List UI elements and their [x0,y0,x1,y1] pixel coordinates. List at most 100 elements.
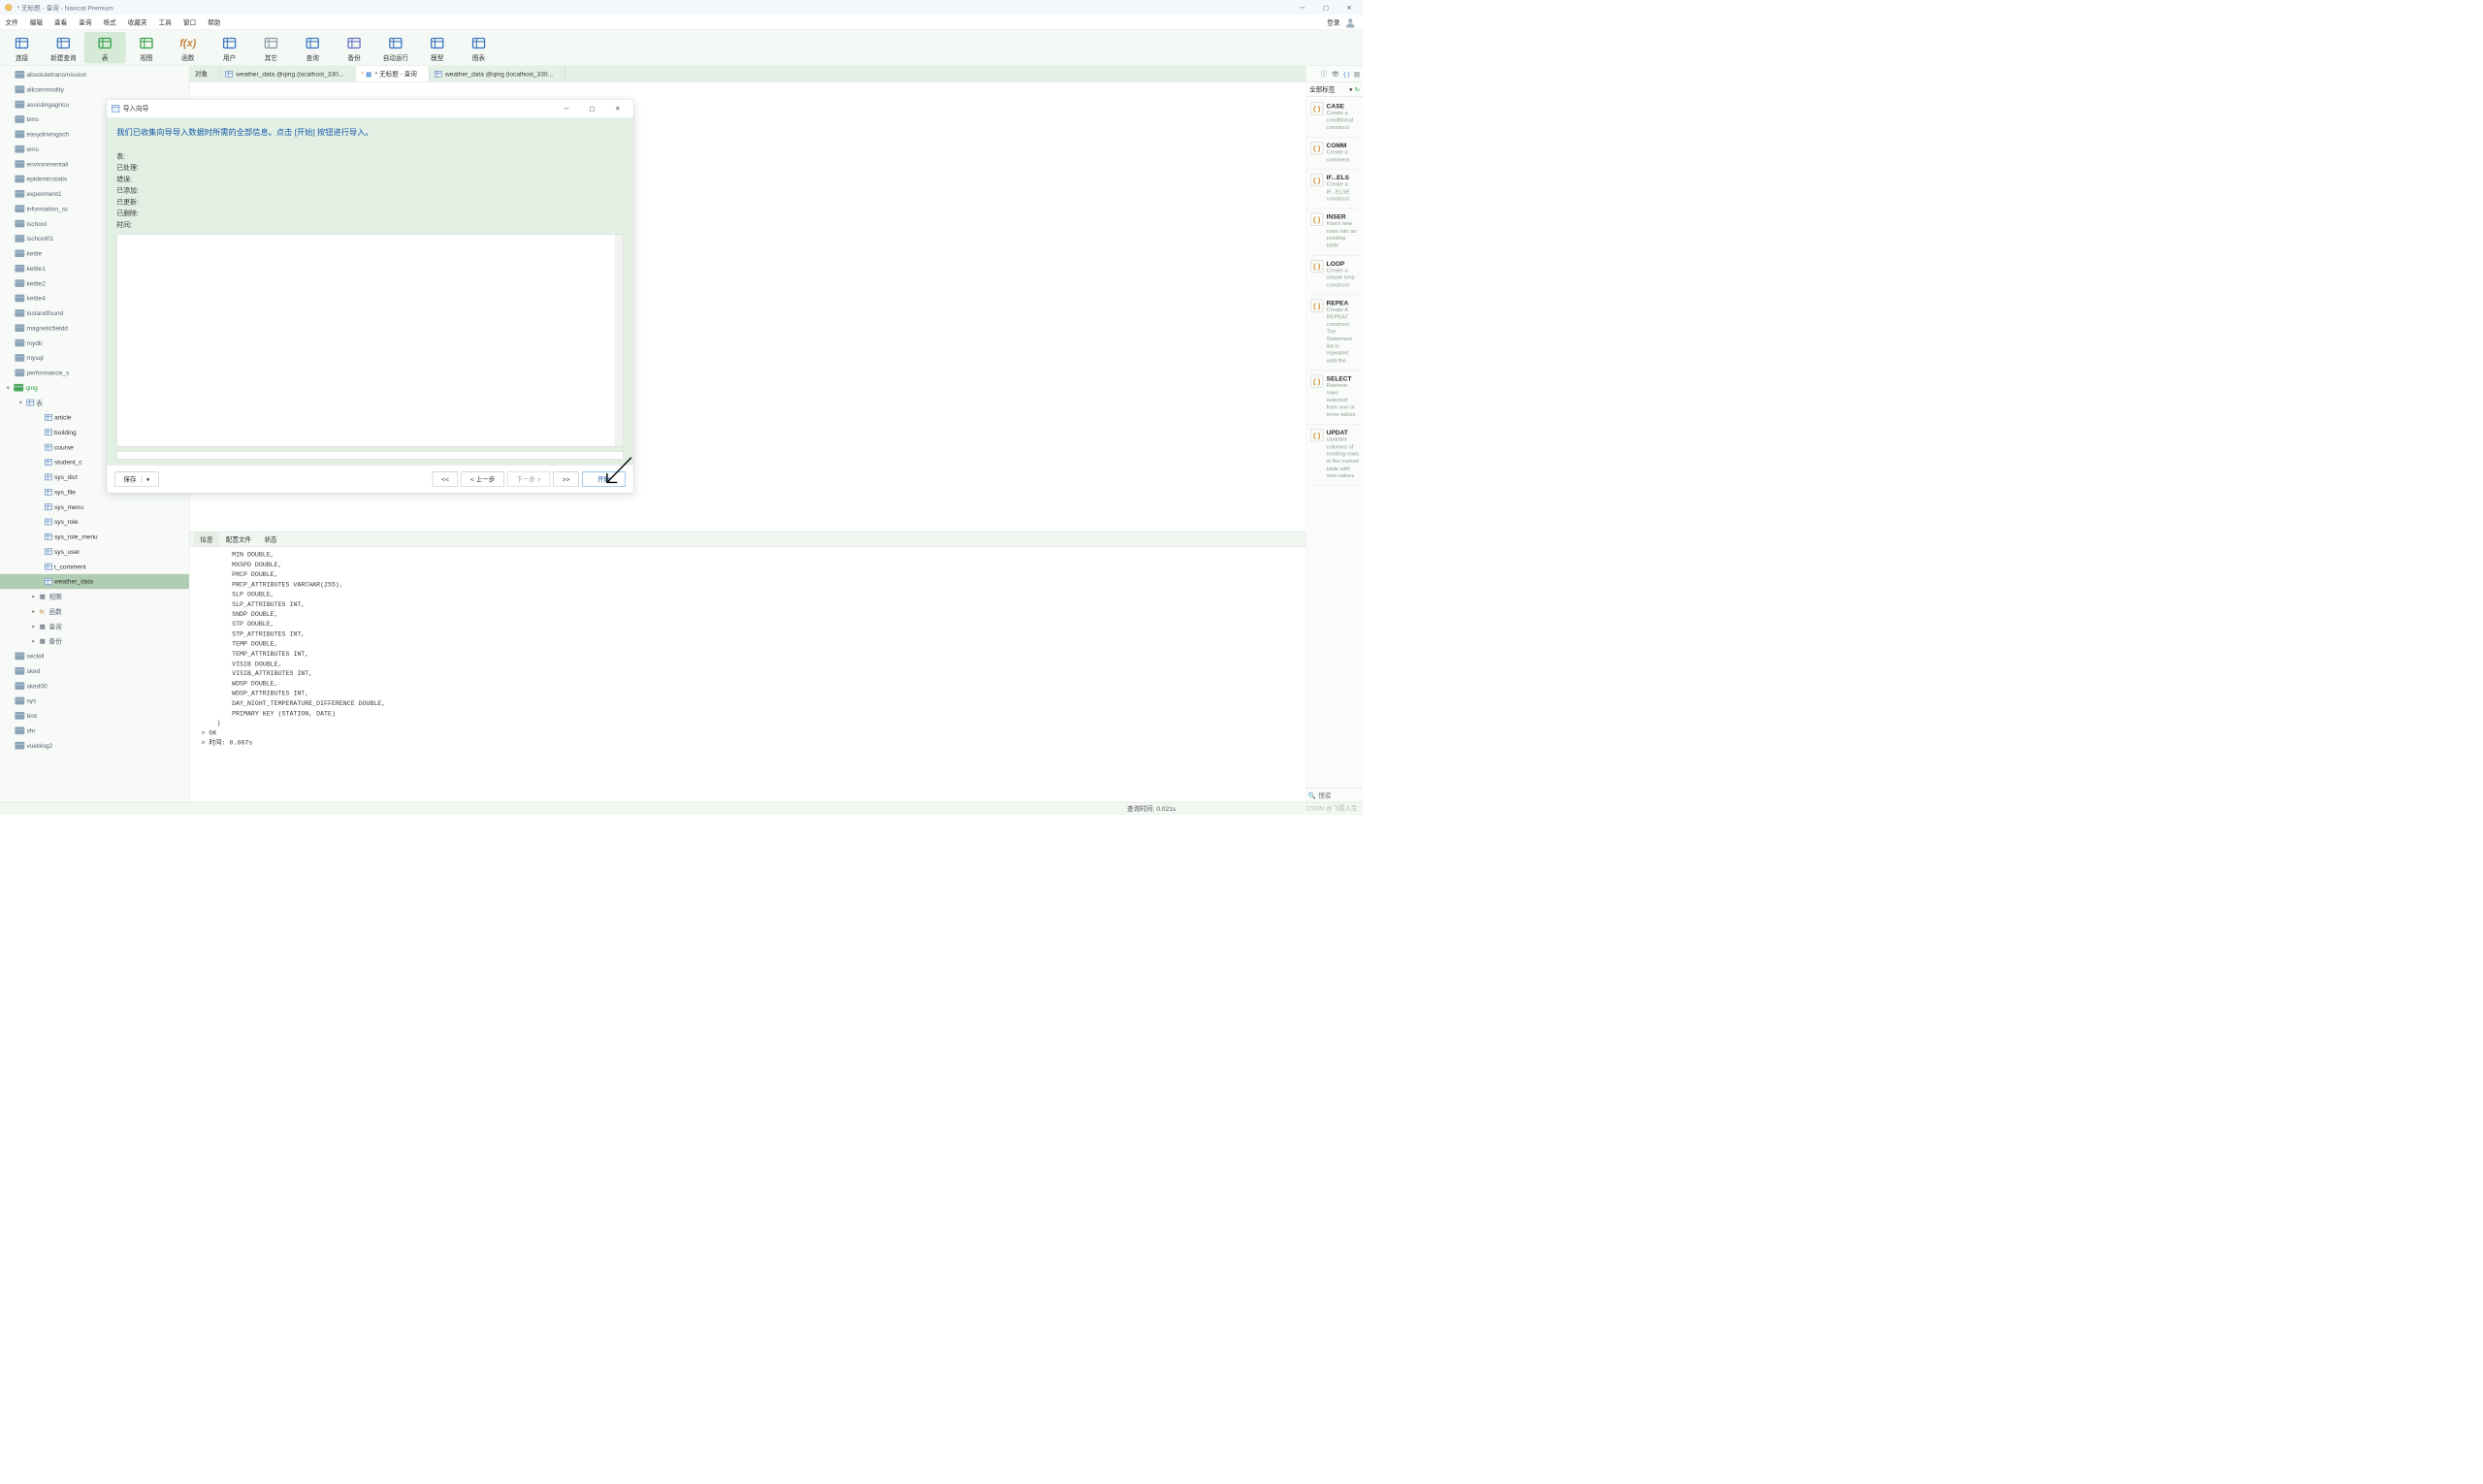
table-t_comment[interactable]: t_comment [0,559,189,573]
chevron-right-icon[interactable]: ▸ [30,624,38,629]
chevron-down-icon[interactable]: ▾ [4,385,12,391]
subnode-查询[interactable]: ▸▦查询 [0,619,189,633]
window-minimize-button[interactable]: ─ [1293,1,1312,14]
menu-help[interactable]: 帮助 [206,16,223,28]
eye-icon[interactable]: 👁 [1332,70,1339,78]
toolbar-模型[interactable]: 模型 [416,32,458,63]
tab-label: weather_data @qing (localhost_330... [445,70,553,78]
db-sys[interactable]: sys [0,694,189,708]
sub-tab-profile[interactable]: 配置文件 [219,532,258,546]
panel-toggle-icon[interactable]: ▥ [1354,70,1360,78]
toolbar-自动运行[interactable]: 自动运行 [374,32,416,63]
snippet-filter[interactable]: 全部标签 [1309,84,1347,93]
db-sked00[interactable]: sked00 [0,678,189,693]
snippet-LOOP[interactable]: ( )LOOPCreate a simple loop construct [1308,255,1361,295]
table-sys_role[interactable]: sys_role [0,514,189,529]
toolbar-新建查询[interactable]: 新建查询 [43,32,84,63]
db-vueblog2[interactable]: vueblog2 [0,738,189,753]
login-link[interactable]: 登录 [1325,16,1342,28]
db-sked[interactable]: sked [0,663,189,678]
dialog-log-area[interactable] [116,234,624,447]
sub-tab-status[interactable]: 状态 [258,532,283,546]
menu-query[interactable]: 查询 [77,16,94,28]
window-maximize-button[interactable]: ▢ [1316,1,1336,14]
info-icon[interactable]: ⓘ [1321,69,1328,78]
database-icon [15,176,24,183]
menu-view[interactable]: 查看 [52,16,70,28]
scrollbar[interactable] [615,234,624,446]
tab-weather_data @qing (localhost_330...[interactable]: weather_data @qing (localhost_330... [220,66,356,81]
db-absolutetransmission[interactable]: absolutetransmission [0,67,189,81]
snippet-UPDAT[interactable]: ( )UPDATUpdates columns of existing rows… [1308,425,1361,486]
db-vhr[interactable]: vhr [0,724,189,738]
chevron-right-icon[interactable]: ▸ [30,638,38,644]
toolbar-备份[interactable]: 备份 [334,32,375,63]
chevron-right-icon[interactable]: ▸ [30,608,38,614]
dialog-save-button[interactable]: 保存 ▾ [114,471,159,486]
dialog-close-button[interactable]: ✕ [606,100,629,115]
object-tab-bar: 对象weather_data @qing (localhost_330...*▦… [189,66,1306,81]
dialog-last-button[interactable]: >> [553,471,578,486]
tab-label: * 无标题 - 查询 [375,69,417,78]
toolbar-其它[interactable]: 其它 [250,32,292,63]
chevron-right-icon[interactable]: ▸ [30,594,38,599]
db-allcommodity[interactable]: allcommodity [0,82,189,97]
toolbar-视图[interactable]: 视图 [126,32,168,63]
db-seckill[interactable]: seckill [0,649,189,663]
dialog-prev-button[interactable]: < 上一步 [462,471,504,486]
chevron-down-icon[interactable]: ▾ [17,400,25,405]
menu-edit[interactable]: 编辑 [28,16,46,28]
subnode-函数[interactable]: ▸fx函数 [0,604,189,619]
query-time-value: 0.021s [1156,805,1176,813]
menu-file[interactable]: 文件 [3,16,20,28]
toolbar-表[interactable]: 表 [84,32,126,63]
snippet-search-input[interactable] [1318,791,1401,799]
snippet-SELECT[interactable]: ( )SELECTRetrieve rows selected from one… [1308,371,1361,425]
tab-* 无标题 - 查询[interactable]: *▦* 无标题 - 查询 [356,66,430,81]
dialog-save-label: 保存 [123,474,136,483]
refresh-icon[interactable]: ↻ [1355,85,1361,93]
chevron-down-icon[interactable]: ▾ [1349,85,1352,93]
dialog-maximize-button[interactable]: ▢ [581,100,603,115]
snippet-desc: Create A REPEAT construct. The Statement… [1327,306,1359,365]
toolbar-函数[interactable]: f(x)函数 [167,32,209,63]
toolbar-连接[interactable]: 连接 [1,32,43,63]
tab-weather_data @qing (localhost_330...[interactable]: weather_data @qing (localhost_330... [430,66,565,81]
snippet-COMM[interactable]: ( )COMMCreate a comment [1308,138,1361,170]
snippet-REPEA[interactable]: ( )REPEACreate A REPEAT construct. The S… [1308,295,1361,371]
subnode-视图[interactable]: ▸▦视图 [0,589,189,603]
snippet-CASE[interactable]: ( )CASECreate a conditional construct [1308,98,1361,138]
menu-tools[interactable]: 工具 [156,16,174,28]
user-avatar-icon[interactable] [1345,16,1356,27]
search-icon: 🔍 [1308,791,1316,799]
database-icon [15,309,24,317]
snippet-IF...ELS[interactable]: ( )IF...ELSCreate a IF...ELSE construct [1308,170,1361,210]
table-weather_data[interactable]: weather_data [0,574,189,589]
menu-window[interactable]: 窗口 [181,16,199,28]
dialog-minimize-button[interactable]: ─ [556,100,578,115]
braces-icon[interactable]: ( ) [1343,70,1349,78]
output-log[interactable]: MIN DOUBLE, MXSPD DOUBLE, PRCP DOUBLE, P… [189,546,1306,802]
dialog-first-button[interactable]: << [433,471,458,486]
subnode-备份[interactable]: ▸▦备份 [0,633,189,648]
database-icon [15,697,24,705]
table-sys_user[interactable]: sys_user [0,544,189,559]
toolbar-用户[interactable]: 用户 [209,32,250,63]
toolbar-查询[interactable]: 查询 [292,32,334,63]
toolbar-label: 用户 [223,53,236,62]
chevron-down-icon[interactable]: ▾ [142,475,149,483]
window-close-button[interactable]: ✕ [1339,1,1359,14]
toolbar-图表[interactable]: 图表 [458,32,500,63]
database-icon [15,354,24,362]
menu-format[interactable]: 格式 [101,16,118,28]
database-icon [15,249,24,257]
db-test[interactable]: test [0,708,189,723]
snippet-INSER[interactable]: ( )INSERInsert new rows into an existing… [1308,209,1361,255]
sub-tab-info[interactable]: 信息 [194,532,219,546]
table-icon [45,519,52,526]
table-sys_role_menu[interactable]: sys_role_menu [0,530,189,544]
main-toolbar: 连接新建查询表视图f(x)函数用户 其它查询备份自动运行模型图表 [0,30,1363,66]
menu-favorites[interactable]: 收藏夹 [126,16,149,28]
tab-对象[interactable]: 对象 [189,66,219,81]
table-sys_menu[interactable]: sys_menu [0,500,189,514]
